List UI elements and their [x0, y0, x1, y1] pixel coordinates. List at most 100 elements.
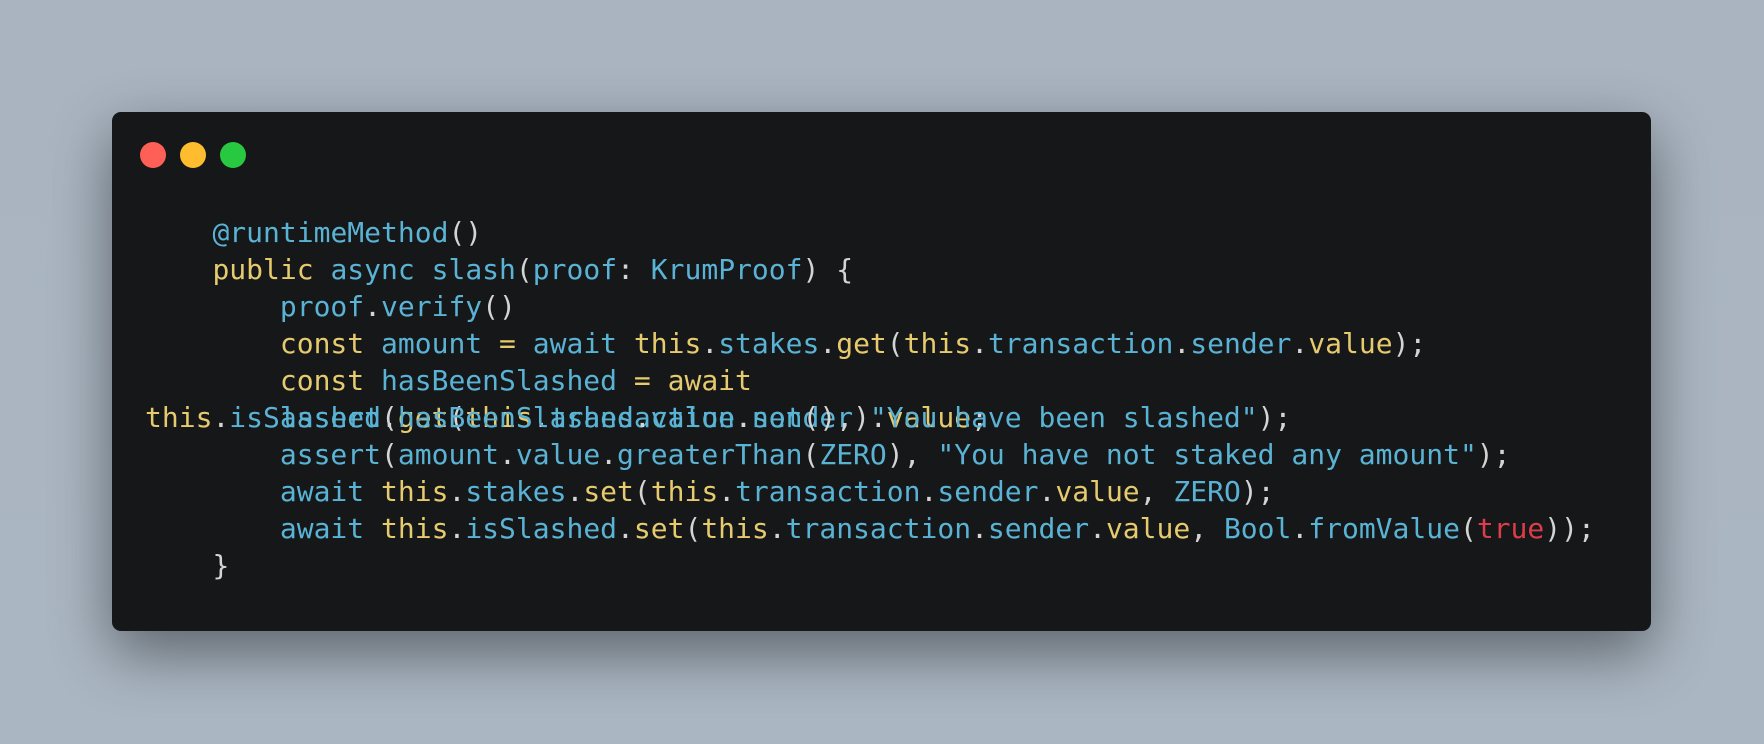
code-token: );	[1476, 438, 1511, 471]
code-token: );	[1257, 401, 1292, 434]
code-token: this	[381, 512, 449, 545]
code-token: transaction	[987, 327, 1174, 360]
code-token: amount	[397, 438, 500, 471]
code-token: .	[1291, 512, 1309, 545]
code-token: this	[650, 475, 719, 508]
code-token: .	[819, 327, 837, 360]
code-token: ()	[448, 216, 483, 249]
code-token: "You have not staked any amount"	[937, 438, 1477, 471]
code-token: this	[381, 475, 449, 508]
code-token: await	[532, 327, 618, 360]
code-token: .	[1038, 475, 1056, 508]
code-token: amount	[381, 327, 483, 360]
code-token: (),	[802, 401, 870, 434]
code-token: =	[482, 327, 533, 360]
code-token: transaction	[785, 512, 972, 545]
code-token: stakes	[465, 475, 567, 508]
code-token: .	[971, 512, 988, 545]
code-token: fromValue	[1308, 512, 1460, 545]
code-token: await	[667, 364, 752, 397]
code-token: .	[718, 475, 736, 508]
code-token: ,	[1139, 475, 1174, 508]
code-token: (	[381, 401, 398, 434]
code-token: .	[1291, 327, 1309, 360]
code-token: greaterThan	[617, 438, 803, 471]
code-token: .	[735, 401, 752, 434]
code-token: this	[701, 512, 769, 545]
code-token: const	[279, 327, 365, 360]
code-token: not	[751, 401, 803, 434]
code-token: =	[617, 364, 668, 397]
code-token: transaction	[735, 475, 921, 508]
code-token: .	[633, 401, 651, 434]
code-token: .	[499, 438, 516, 471]
code-token: slash	[431, 253, 516, 286]
code-window: @runtimeMethod() public async slash(proo…	[112, 112, 1651, 631]
code-token: .	[600, 438, 618, 471]
code-token: verify	[381, 290, 483, 323]
code-token: const	[279, 364, 365, 397]
code-token: get	[836, 327, 887, 360]
code-token: (	[802, 438, 820, 471]
code-token: ,	[1190, 512, 1224, 545]
code-token: ),	[886, 438, 938, 471]
code-token: KrumProof	[650, 253, 803, 286]
code-token: .	[364, 290, 382, 323]
code-token: .	[971, 327, 988, 360]
code-token: value	[515, 438, 601, 471]
code-token: .	[617, 512, 634, 545]
code-token: (	[381, 438, 398, 471]
code-token: "You have been slashed"	[869, 401, 1258, 434]
code-token: (	[886, 327, 904, 360]
code-token: .	[448, 512, 466, 545]
code-token: public	[212, 253, 314, 286]
code-token: .	[566, 475, 584, 508]
code-token: async	[330, 253, 415, 286]
code-token: sender	[937, 475, 1039, 508]
code-token: .	[1089, 512, 1106, 545]
code-token: isSlashed	[465, 512, 618, 545]
code-token: .	[701, 327, 719, 360]
code-token: set	[633, 512, 685, 545]
code-token: :	[617, 253, 651, 286]
code-token: (	[684, 512, 702, 545]
code-token: );	[1392, 327, 1427, 360]
code-token: value	[1308, 327, 1393, 360]
code-token: this	[903, 327, 972, 360]
code-token: await	[279, 512, 365, 545]
maximize-button[interactable]	[220, 142, 246, 168]
code-token: sender	[1190, 327, 1292, 360]
code-token: true	[1476, 512, 1545, 545]
code-token: assert	[279, 401, 382, 434]
code-token: }	[212, 549, 230, 582]
code-token: ()	[482, 290, 516, 323]
code-token: .	[448, 475, 466, 508]
close-button[interactable]	[140, 142, 166, 168]
code-token: sender	[987, 512, 1090, 545]
code-token: this	[633, 327, 702, 360]
minimize-button[interactable]	[180, 142, 206, 168]
code-token: (	[633, 475, 651, 508]
code-token: .	[920, 475, 938, 508]
code-token: assert	[279, 438, 382, 471]
code-token: value	[1055, 475, 1140, 508]
code-token: value	[1105, 512, 1191, 545]
code-token: ZERO	[1173, 475, 1241, 508]
code-token: @runtimeMethod	[212, 216, 449, 249]
code-token: hasBeenSlashed	[397, 401, 634, 434]
code-token: ) {	[802, 253, 854, 286]
code-token: hasBeenSlashed	[381, 364, 618, 397]
